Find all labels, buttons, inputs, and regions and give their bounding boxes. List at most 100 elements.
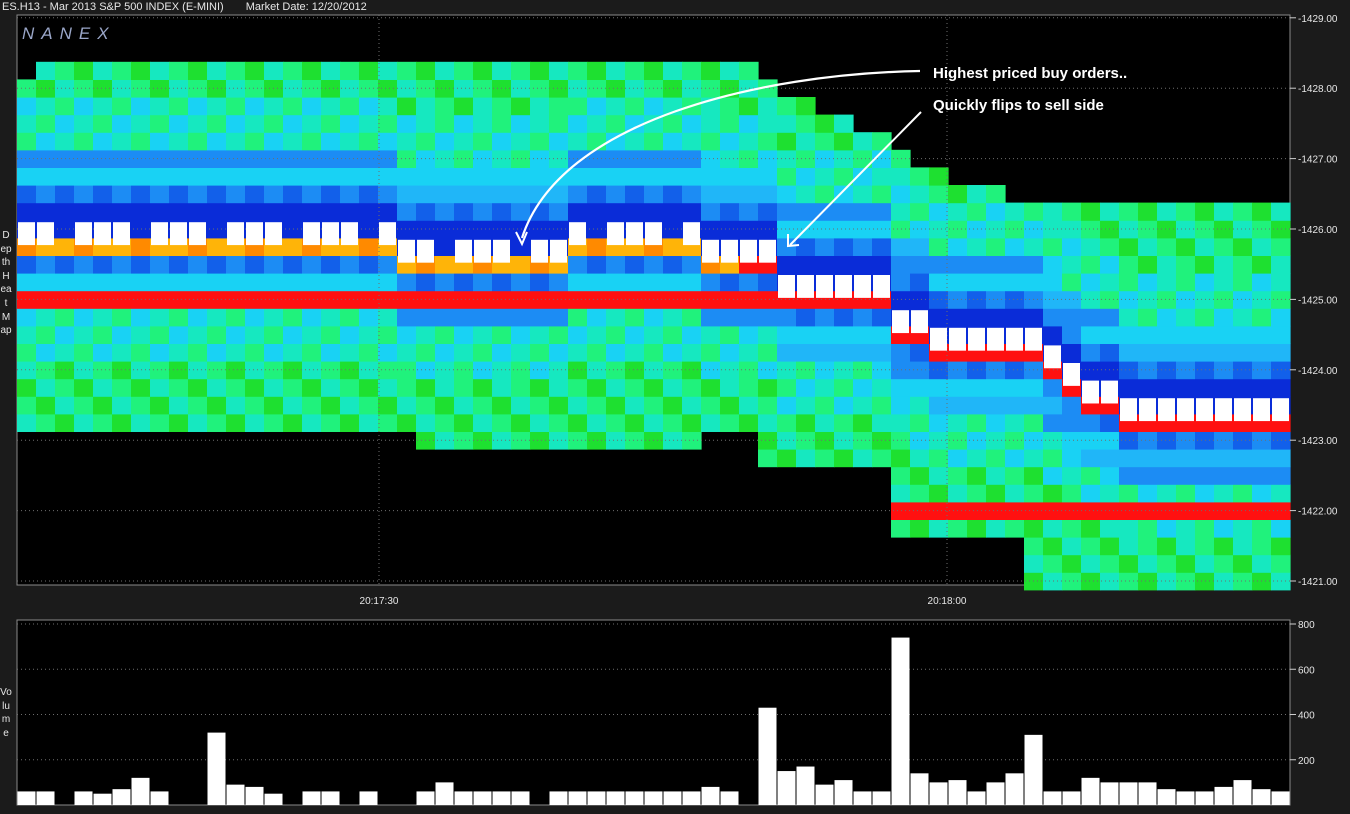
heatmap-cell	[682, 343, 702, 362]
heatmap-cell	[473, 343, 493, 362]
heatmap-cell	[1062, 325, 1082, 344]
heatmap-cell	[302, 325, 322, 344]
heatmap-cell	[340, 255, 360, 274]
trade-marker	[398, 239, 415, 263]
heatmap-cell	[1024, 396, 1044, 415]
heatmap-cell	[397, 167, 417, 186]
heatmap-cell	[93, 61, 113, 80]
heatmap-cell	[986, 484, 1006, 503]
heatmap-cell	[473, 413, 493, 432]
heatmap-cell	[1024, 519, 1044, 538]
heatmap-cell	[340, 413, 360, 432]
heatmap-cell	[340, 97, 360, 116]
heatmap-cell	[435, 378, 455, 397]
heatmap-cell	[1271, 325, 1291, 344]
heatmap-cell	[492, 114, 512, 133]
volume-bar	[150, 791, 169, 805]
heatmap-cell	[245, 396, 265, 415]
heatmap-cell	[397, 97, 417, 116]
heatmap-cell	[150, 290, 170, 309]
heatmap-cell	[682, 378, 702, 397]
heatmap-cell	[568, 273, 588, 292]
heatmap-cell	[55, 167, 75, 186]
heatmap-cell	[454, 114, 474, 133]
heatmap-cell	[739, 343, 759, 362]
heatmap-cell	[435, 132, 455, 151]
heatmap-cell	[568, 396, 588, 415]
heatmap-cell	[1119, 273, 1139, 292]
heatmap-cell	[169, 167, 189, 186]
heatmap-cell	[1138, 449, 1158, 468]
heatmap-cell	[891, 167, 911, 186]
heatmap-cell	[378, 378, 398, 397]
trade-marker	[1272, 398, 1289, 422]
heatmap-cell	[834, 378, 854, 397]
heatmap-cell	[1005, 378, 1025, 397]
trade-marker	[474, 239, 491, 263]
heatmap-cell	[1233, 343, 1253, 362]
heatmap-cell	[1271, 537, 1291, 556]
heatmap-cell	[131, 185, 151, 204]
heatmap-cell	[1233, 537, 1253, 556]
heatmap-cell	[492, 185, 512, 204]
heatmap-cell	[682, 79, 702, 98]
heatmap-cell	[169, 185, 189, 204]
heatmap-cell	[1195, 343, 1215, 362]
heatmap-cell	[853, 308, 873, 327]
volume-bar	[36, 791, 55, 805]
heatmap-cell	[1081, 449, 1101, 468]
heatmap-cell	[1252, 449, 1272, 468]
heatmap-cell	[55, 185, 75, 204]
heatmap-cell	[1119, 537, 1139, 556]
volume-bar	[872, 791, 891, 805]
heatmap-cell	[74, 114, 94, 133]
volume-bar	[492, 791, 511, 805]
heatmap-cell	[606, 378, 626, 397]
heatmap-cell	[1233, 378, 1253, 397]
heatmap-cell	[1271, 378, 1291, 397]
heatmap-cell	[207, 114, 227, 133]
heatmap-cell	[17, 273, 37, 292]
heatmap-cell	[169, 132, 189, 151]
heatmap-cell	[207, 396, 227, 415]
volume-bar	[416, 791, 435, 805]
heatmap-cell	[1024, 255, 1044, 274]
heatmap-cell	[1138, 378, 1158, 397]
heatmap-cell	[245, 378, 265, 397]
heatmap-cell	[1271, 273, 1291, 292]
heatmap-cell	[891, 237, 911, 256]
heatmap-cell	[815, 343, 835, 362]
heatmap-cell	[663, 237, 683, 256]
heatmap-cell	[834, 220, 854, 239]
heatmap-cell	[834, 237, 854, 256]
volume-bar	[245, 786, 264, 805]
heatmap-cell	[758, 132, 778, 151]
heatmap-cell	[910, 343, 930, 362]
heatmap-cell	[1176, 255, 1196, 274]
volume-bar	[986, 782, 1005, 806]
trade-marker	[1101, 380, 1118, 404]
heatmap-cell	[1176, 308, 1196, 327]
heatmap-cell	[815, 185, 835, 204]
heatmap-cell	[188, 308, 208, 327]
heatmap-cell	[1233, 449, 1253, 468]
heatmap-cell	[739, 61, 759, 80]
heatmap-cell	[777, 378, 797, 397]
heatmap-cell	[226, 79, 246, 98]
heatmap-cell	[321, 343, 341, 362]
heatmap-cell	[131, 114, 151, 133]
heatmap-cell	[264, 132, 284, 151]
heatmap-cell	[397, 114, 417, 133]
heatmap-cell	[207, 61, 227, 80]
nanex-watermark: NANEX	[22, 24, 116, 43]
heatmap-cell	[929, 273, 949, 292]
heatmap-cell	[283, 343, 303, 362]
trade-marker	[417, 239, 434, 263]
heatmap-cell	[1024, 554, 1044, 573]
heatmap-cell	[1138, 290, 1158, 309]
heatmap-cell	[1062, 237, 1082, 256]
heatmap-cell	[986, 396, 1006, 415]
volume-bar	[1005, 773, 1024, 805]
heatmap-cell	[454, 378, 474, 397]
heatmap-cell	[758, 431, 778, 450]
